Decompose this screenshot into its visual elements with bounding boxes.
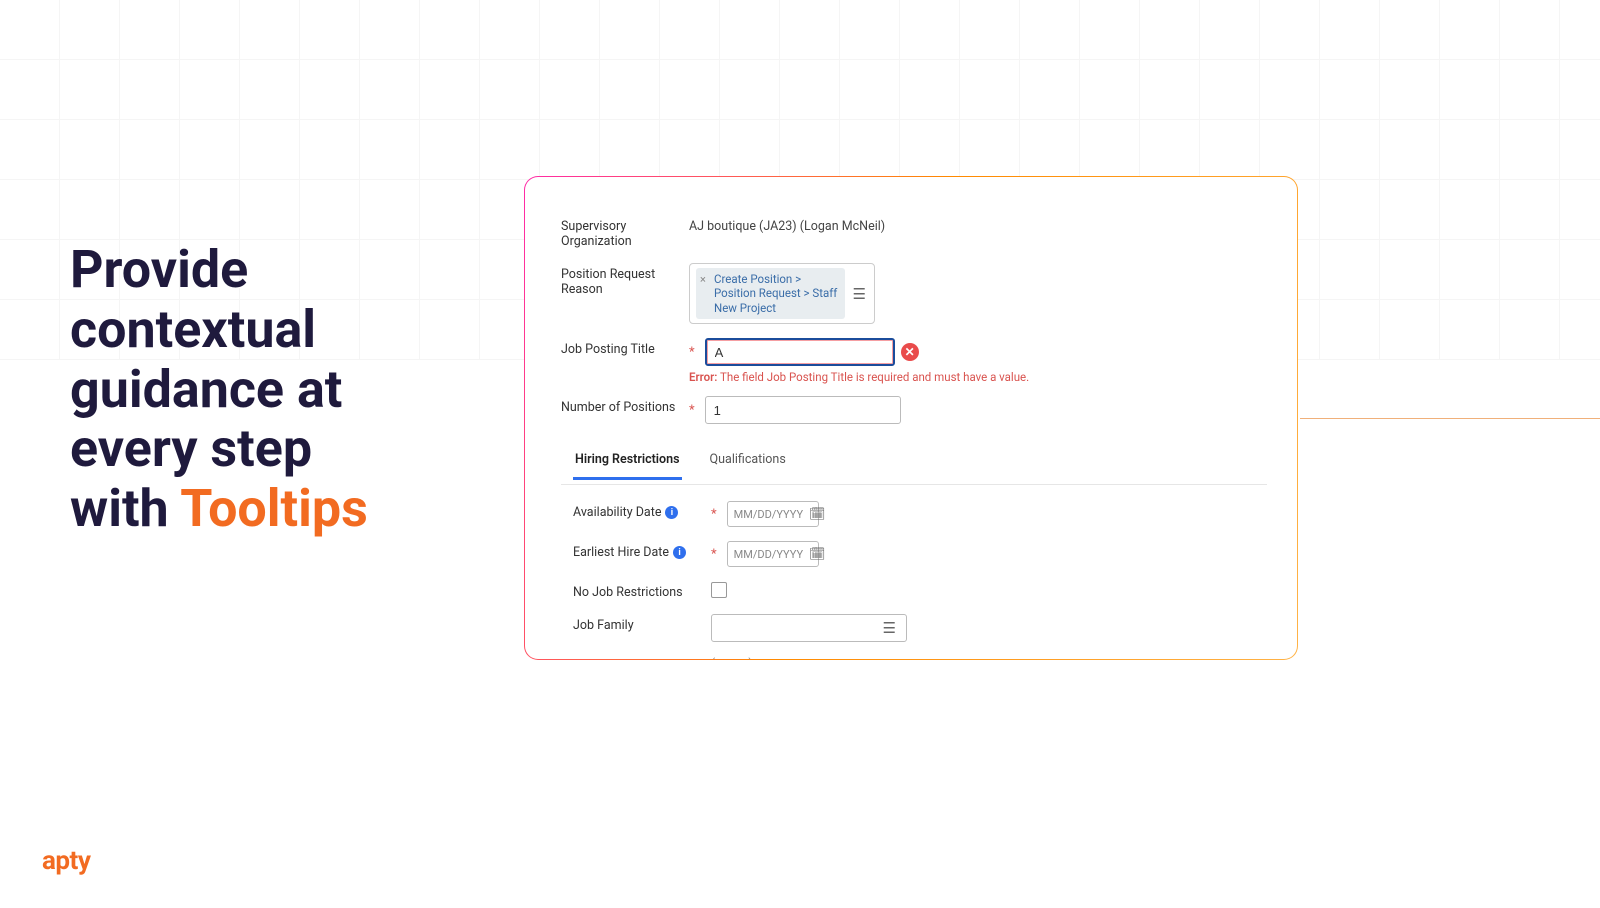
- tab-hiring-restrictions[interactable]: Hiring Restrictions: [573, 446, 682, 480]
- job-title-label: Job Posting Title: [561, 338, 689, 357]
- headline-accent: Tooltips: [180, 478, 368, 539]
- num-positions-label: Number of Positions: [561, 396, 689, 415]
- tabs: Hiring Restrictions Qualifications: [573, 446, 1267, 480]
- supervisory-org-label: Supervisory Organization: [561, 215, 689, 249]
- required-star: *: [689, 403, 695, 418]
- job-title-input[interactable]: [705, 338, 895, 366]
- calendar-icon[interactable]: 🗓︎: [809, 507, 826, 522]
- required-star: *: [711, 547, 717, 562]
- headline-line-1: Provide: [70, 240, 470, 300]
- position-reason-label: Position Request Reason: [561, 263, 689, 297]
- headline: Provide contextual guidance at every ste…: [70, 240, 470, 539]
- info-icon[interactable]: i: [665, 506, 678, 519]
- error-icon: ✕: [901, 343, 919, 361]
- calendar-icon[interactable]: 🗓︎: [809, 547, 826, 562]
- availability-date-label: Availability Date: [573, 505, 661, 520]
- list-icon[interactable]: ☰: [881, 619, 898, 637]
- required-star: *: [711, 507, 717, 522]
- tab-qualifications[interactable]: Qualifications: [708, 446, 788, 480]
- job-profiles-family-value: (empty): [711, 656, 753, 659]
- error-message: Error: The field Job Posting Title is re…: [689, 370, 1267, 384]
- job-family-label: Job Family: [573, 614, 711, 633]
- supervisory-org-value: AJ boutique (JA23) (Logan McNeil): [689, 215, 885, 234]
- no-restrictions-checkbox[interactable]: [711, 582, 727, 598]
- no-restrictions-label: No Job Restrictions: [573, 581, 711, 600]
- list-icon[interactable]: ☰: [851, 285, 868, 303]
- remove-pill-icon[interactable]: ×: [700, 273, 706, 287]
- headline-line-3: guidance at: [70, 360, 470, 420]
- tab-divider: [561, 484, 1267, 485]
- num-positions-input[interactable]: [705, 396, 901, 424]
- position-reason-pill: × Create Position > Position Request > S…: [696, 268, 845, 319]
- headline-line-4: every step: [70, 419, 470, 479]
- availability-date-input[interactable]: MM/DD/YYYY 🗓︎: [727, 501, 819, 527]
- form-card: Supervisory Organization AJ boutique (JA…: [524, 176, 1298, 660]
- required-star: *: [689, 345, 695, 360]
- job-family-select[interactable]: ☰: [711, 614, 907, 642]
- job-profiles-family-label: Job Profiles for Job Family: [573, 656, 711, 659]
- brand-logo: apty: [42, 846, 90, 876]
- earliest-hire-date-label: Earliest Hire Date: [573, 545, 669, 560]
- headline-line-5: with Tooltips: [70, 479, 470, 539]
- position-reason-field[interactable]: × Create Position > Position Request > S…: [689, 263, 875, 324]
- info-icon[interactable]: i: [673, 546, 686, 559]
- earliest-hire-date-input[interactable]: MM/DD/YYYY 🗓︎: [727, 541, 819, 567]
- headline-line-2: contextual: [70, 300, 470, 360]
- decorative-line: [1300, 418, 1600, 419]
